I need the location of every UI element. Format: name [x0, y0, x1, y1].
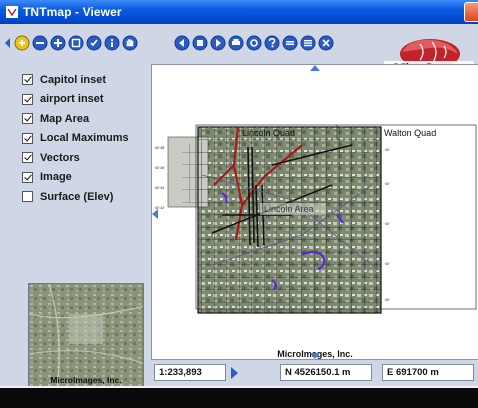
quad-label-lincoln: Lincoln Quad	[242, 128, 295, 138]
layer-item-local-maximums[interactable]: Local Maximums	[22, 129, 147, 149]
app-icon	[6, 6, 18, 18]
svg-text:·40·: ·40·	[384, 262, 390, 266]
overview-image	[29, 284, 143, 386]
zoom-out-icon[interactable]	[32, 35, 48, 51]
layer-checkbox-surface-elev[interactable]	[22, 191, 33, 203]
print-icon[interactable]	[228, 35, 244, 51]
layer-checkbox-vectors[interactable]	[22, 152, 33, 164]
layer-label: Surface (Elev)	[40, 190, 114, 203]
select-icon[interactable]	[86, 35, 102, 51]
layer-label: Image	[40, 171, 72, 184]
svg-text:·40·: ·40·	[384, 148, 390, 152]
layer-label: Local Maximums	[40, 132, 129, 145]
layer-checkbox-local-maximums[interactable]	[22, 132, 33, 144]
easting-readout: E 691700 m	[382, 364, 474, 381]
pan-down-arrow-icon[interactable]	[310, 353, 320, 359]
map-canvas: Lincoln Quad Walton Quad Lincoln Area ·4…	[154, 124, 477, 359]
layer-list: Capitol inset airport inset Map Area Loc…	[22, 70, 147, 207]
apply-scale-icon[interactable]	[231, 367, 238, 379]
layer-label: airport inset	[40, 93, 104, 106]
layers-icon[interactable]	[300, 35, 316, 51]
pan-icon[interactable]	[122, 35, 138, 51]
layer-item-image[interactable]: Image	[22, 168, 147, 188]
title-bar[interactable]: TNTmap - Viewer	[0, 0, 478, 24]
layer-label: Vectors	[40, 151, 80, 164]
layer-item-airport-inset[interactable]: airport inset	[22, 90, 147, 110]
next-view-icon[interactable]	[210, 35, 226, 51]
layer-item-map-area[interactable]: Map Area	[22, 109, 147, 129]
zoom-in-icon[interactable]	[50, 35, 66, 51]
help-icon[interactable]	[264, 35, 280, 51]
map-view[interactable]: Lincoln Quad Walton Quad Lincoln Area ·4…	[151, 64, 478, 360]
layer-item-capitol-inset[interactable]: Capitol inset	[22, 70, 147, 90]
home-view-icon[interactable]	[14, 35, 30, 51]
layer-item-surface-elev[interactable]: Surface (Elev)	[22, 187, 147, 207]
layer-checkbox-image[interactable]	[22, 171, 33, 183]
pan-up-arrow-icon[interactable]	[310, 65, 320, 71]
previous-view-icon[interactable]	[174, 35, 190, 51]
map-area-label: Lincoln Area	[264, 204, 314, 214]
svg-text:·40·: ·40·	[384, 222, 390, 226]
toolbar	[0, 28, 360, 58]
layer-checkbox-capitol-inset[interactable]	[22, 74, 33, 86]
quad-label-walton: Walton Quad	[384, 128, 436, 138]
info-icon[interactable]	[104, 35, 120, 51]
exit-icon[interactable]	[318, 35, 334, 51]
stop-icon[interactable]	[192, 35, 208, 51]
svg-text:·40·48·: ·40·48·	[154, 146, 165, 150]
layer-checkbox-map-area[interactable]	[22, 113, 33, 125]
measure-icon[interactable]	[282, 35, 298, 51]
viewer-window: TNTmap - Viewer Capitol inset airport in…	[0, 0, 478, 408]
layer-label: Map Area	[40, 112, 90, 125]
svg-text:·40·: ·40·	[384, 182, 390, 186]
northing-readout: N 4526150.1 m	[280, 364, 372, 381]
zoom-box-icon[interactable]	[68, 35, 84, 51]
layer-label: Capitol inset	[40, 73, 107, 86]
overview-thumbnail[interactable]: MicroImages, Inc.	[28, 283, 144, 387]
svg-text:·40·46·: ·40·46·	[154, 166, 165, 170]
layer-item-vectors[interactable]: Vectors	[22, 148, 147, 168]
scroll-left-icon[interactable]	[4, 35, 12, 51]
close-button[interactable]	[464, 2, 478, 22]
svg-text:·40·44·: ·40·44·	[154, 186, 165, 190]
svg-text:·40·: ·40·	[384, 298, 390, 302]
pan-left-arrow-icon[interactable]	[152, 209, 158, 219]
scale-field[interactable]: 1:233,893	[154, 364, 226, 381]
layer-checkbox-airport-inset[interactable]	[22, 93, 33, 105]
window-title: TNTmap - Viewer	[23, 5, 122, 19]
bottom-bar	[0, 386, 478, 408]
thumbnail-caption: MicroImages, Inc.	[50, 375, 122, 385]
settings-icon[interactable]	[246, 35, 262, 51]
status-bar: 1:233,893 N 4526150.1 m E 691700 m	[150, 364, 478, 382]
